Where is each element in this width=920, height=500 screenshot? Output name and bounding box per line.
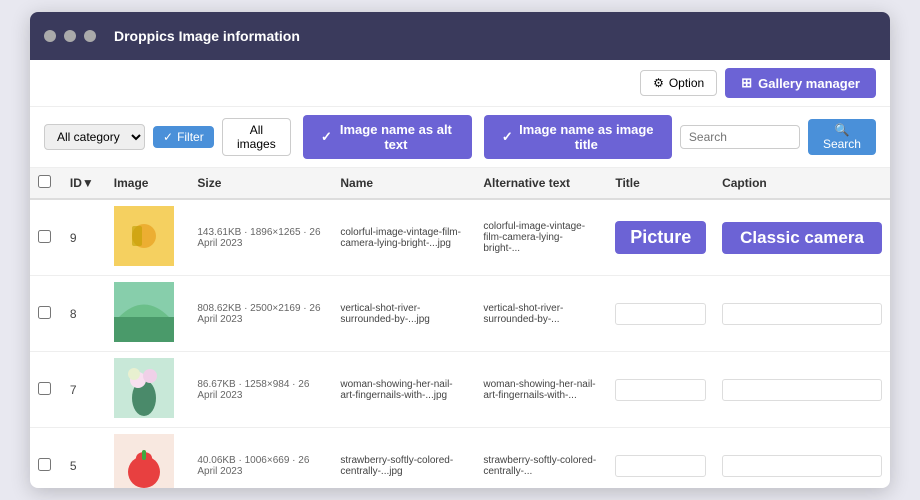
table-header-row: ID▼ Image Size Name Alternative text Tit… (30, 168, 890, 199)
table-row: 5 40.06KB · 1006×669 · 26 April 2023 str… (30, 428, 890, 489)
table-row: 9 143.61KB · 1896×1265 · 26 April 2023 c… (30, 199, 890, 276)
window-title: Droppics Image information (104, 22, 310, 50)
row-alt: woman-showing-her-nail-art-fingernails-w… (475, 352, 607, 428)
category-select[interactable]: All category (44, 124, 145, 150)
header-image: Image (106, 168, 190, 199)
row-name: strawberry-softly-colored-centrally-...j… (332, 428, 475, 489)
option-label: Option (669, 76, 704, 90)
option-button[interactable]: Option (640, 70, 717, 96)
title-cell[interactable] (607, 352, 714, 428)
caption-input[interactable] (722, 379, 882, 401)
caption-input[interactable] (722, 455, 882, 477)
caption-cell: Classic camera (714, 199, 890, 276)
all-images-label: All images (237, 123, 276, 151)
image-table: ID▼ Image Size Name Alternative text Tit… (30, 168, 890, 488)
gear-icon (653, 76, 664, 90)
image-table-container: ID▼ Image Size Name Alternative text Tit… (30, 168, 890, 488)
header-check[interactable] (30, 168, 62, 199)
row-id: 5 (62, 428, 106, 489)
title-input[interactable] (615, 455, 706, 477)
search-input[interactable] (680, 125, 800, 149)
image-title-tab[interactable]: Image name as image title (484, 115, 672, 159)
row-name: vertical-shot-river-surrounded-by-...jpg (332, 276, 475, 352)
toolbar: All category Filter All images Image nam… (30, 107, 890, 168)
search-button[interactable]: 🔍 Search (808, 119, 876, 155)
row-image (106, 352, 190, 428)
row-checkbox-cell[interactable] (30, 428, 62, 489)
gallery-manager-label: Gallery manager (758, 76, 860, 91)
row-alt: strawberry-softly-colored-centrally-... (475, 428, 607, 489)
caption-input[interactable] (722, 303, 882, 325)
row-checkbox[interactable] (38, 230, 51, 243)
row-size: 40.06KB · 1006×669 · 26 April 2023 (189, 428, 332, 489)
row-image (106, 276, 190, 352)
dot-3 (84, 30, 96, 42)
row-checkbox-cell[interactable] (30, 276, 62, 352)
header-name: Name (332, 168, 475, 199)
filter-label: Filter (177, 130, 204, 144)
title-check-icon (502, 129, 513, 145)
row-id: 7 (62, 352, 106, 428)
alt-text-label: Image name as alt text (338, 122, 454, 152)
title-cell: Picture (607, 199, 714, 276)
select-all-checkbox[interactable] (38, 175, 51, 188)
header-alt: Alternative text (475, 168, 607, 199)
header-bar: Option Gallery manager (30, 60, 890, 107)
row-alt: colorful-image-vintage-film-camera-lying… (475, 199, 607, 276)
caption-cell[interactable] (714, 428, 890, 489)
row-size: 808.62KB · 2500×2169 · 26 April 2023 (189, 276, 332, 352)
row-checkbox[interactable] (38, 306, 51, 319)
title-cell[interactable] (607, 276, 714, 352)
row-size: 86.67KB · 1258×984 · 26 April 2023 (189, 352, 332, 428)
header-id[interactable]: ID▼ (62, 168, 106, 199)
row-checkbox-cell[interactable] (30, 199, 62, 276)
dot-2 (64, 30, 76, 42)
dot-1 (44, 30, 56, 42)
row-image (106, 428, 190, 489)
title-input[interactable] (615, 379, 706, 401)
table-row: 7 86.67KB · 1258×984 · 26 April 2023 wom… (30, 352, 890, 428)
row-alt: vertical-shot-river-surrounded-by-... (475, 276, 607, 352)
row-checkbox-cell[interactable] (30, 352, 62, 428)
table-row: 8 808.62KB · 2500×2169 · 26 April 2023 v… (30, 276, 890, 352)
header-size: Size (189, 168, 332, 199)
main-window: Droppics Image information Option Galler… (30, 12, 890, 488)
title-value: Picture (615, 221, 706, 254)
caption-cell[interactable] (714, 276, 890, 352)
row-image (106, 199, 190, 276)
search-icon: 🔍 (834, 123, 849, 137)
row-id: 9 (62, 199, 106, 276)
row-id: 8 (62, 276, 106, 352)
title-cell[interactable] (607, 428, 714, 489)
alt-check-icon (321, 129, 332, 145)
row-name: woman-showing-her-nail-art-fingernails-w… (332, 352, 475, 428)
filter-button[interactable]: Filter (153, 126, 214, 148)
row-checkbox[interactable] (38, 382, 51, 395)
header-title: Title (607, 168, 714, 199)
row-name: colorful-image-vintage-film-camera-lying… (332, 199, 475, 276)
header-caption: Caption (714, 168, 890, 199)
caption-cell[interactable] (714, 352, 890, 428)
gallery-manager-button[interactable]: Gallery manager (725, 68, 876, 98)
filter-check-icon (163, 130, 173, 144)
caption-value: Classic camera (722, 222, 882, 254)
row-checkbox[interactable] (38, 458, 51, 471)
all-images-button[interactable]: All images (222, 118, 291, 156)
image-title-label: Image name as image title (519, 122, 654, 152)
titlebar: Droppics Image information (30, 12, 890, 60)
alt-text-tab[interactable]: Image name as alt text (303, 115, 472, 159)
row-size: 143.61KB · 1896×1265 · 26 April 2023 (189, 199, 332, 276)
grid-icon (741, 75, 752, 91)
title-input[interactable] (615, 303, 706, 325)
search-label: Search (823, 137, 861, 151)
